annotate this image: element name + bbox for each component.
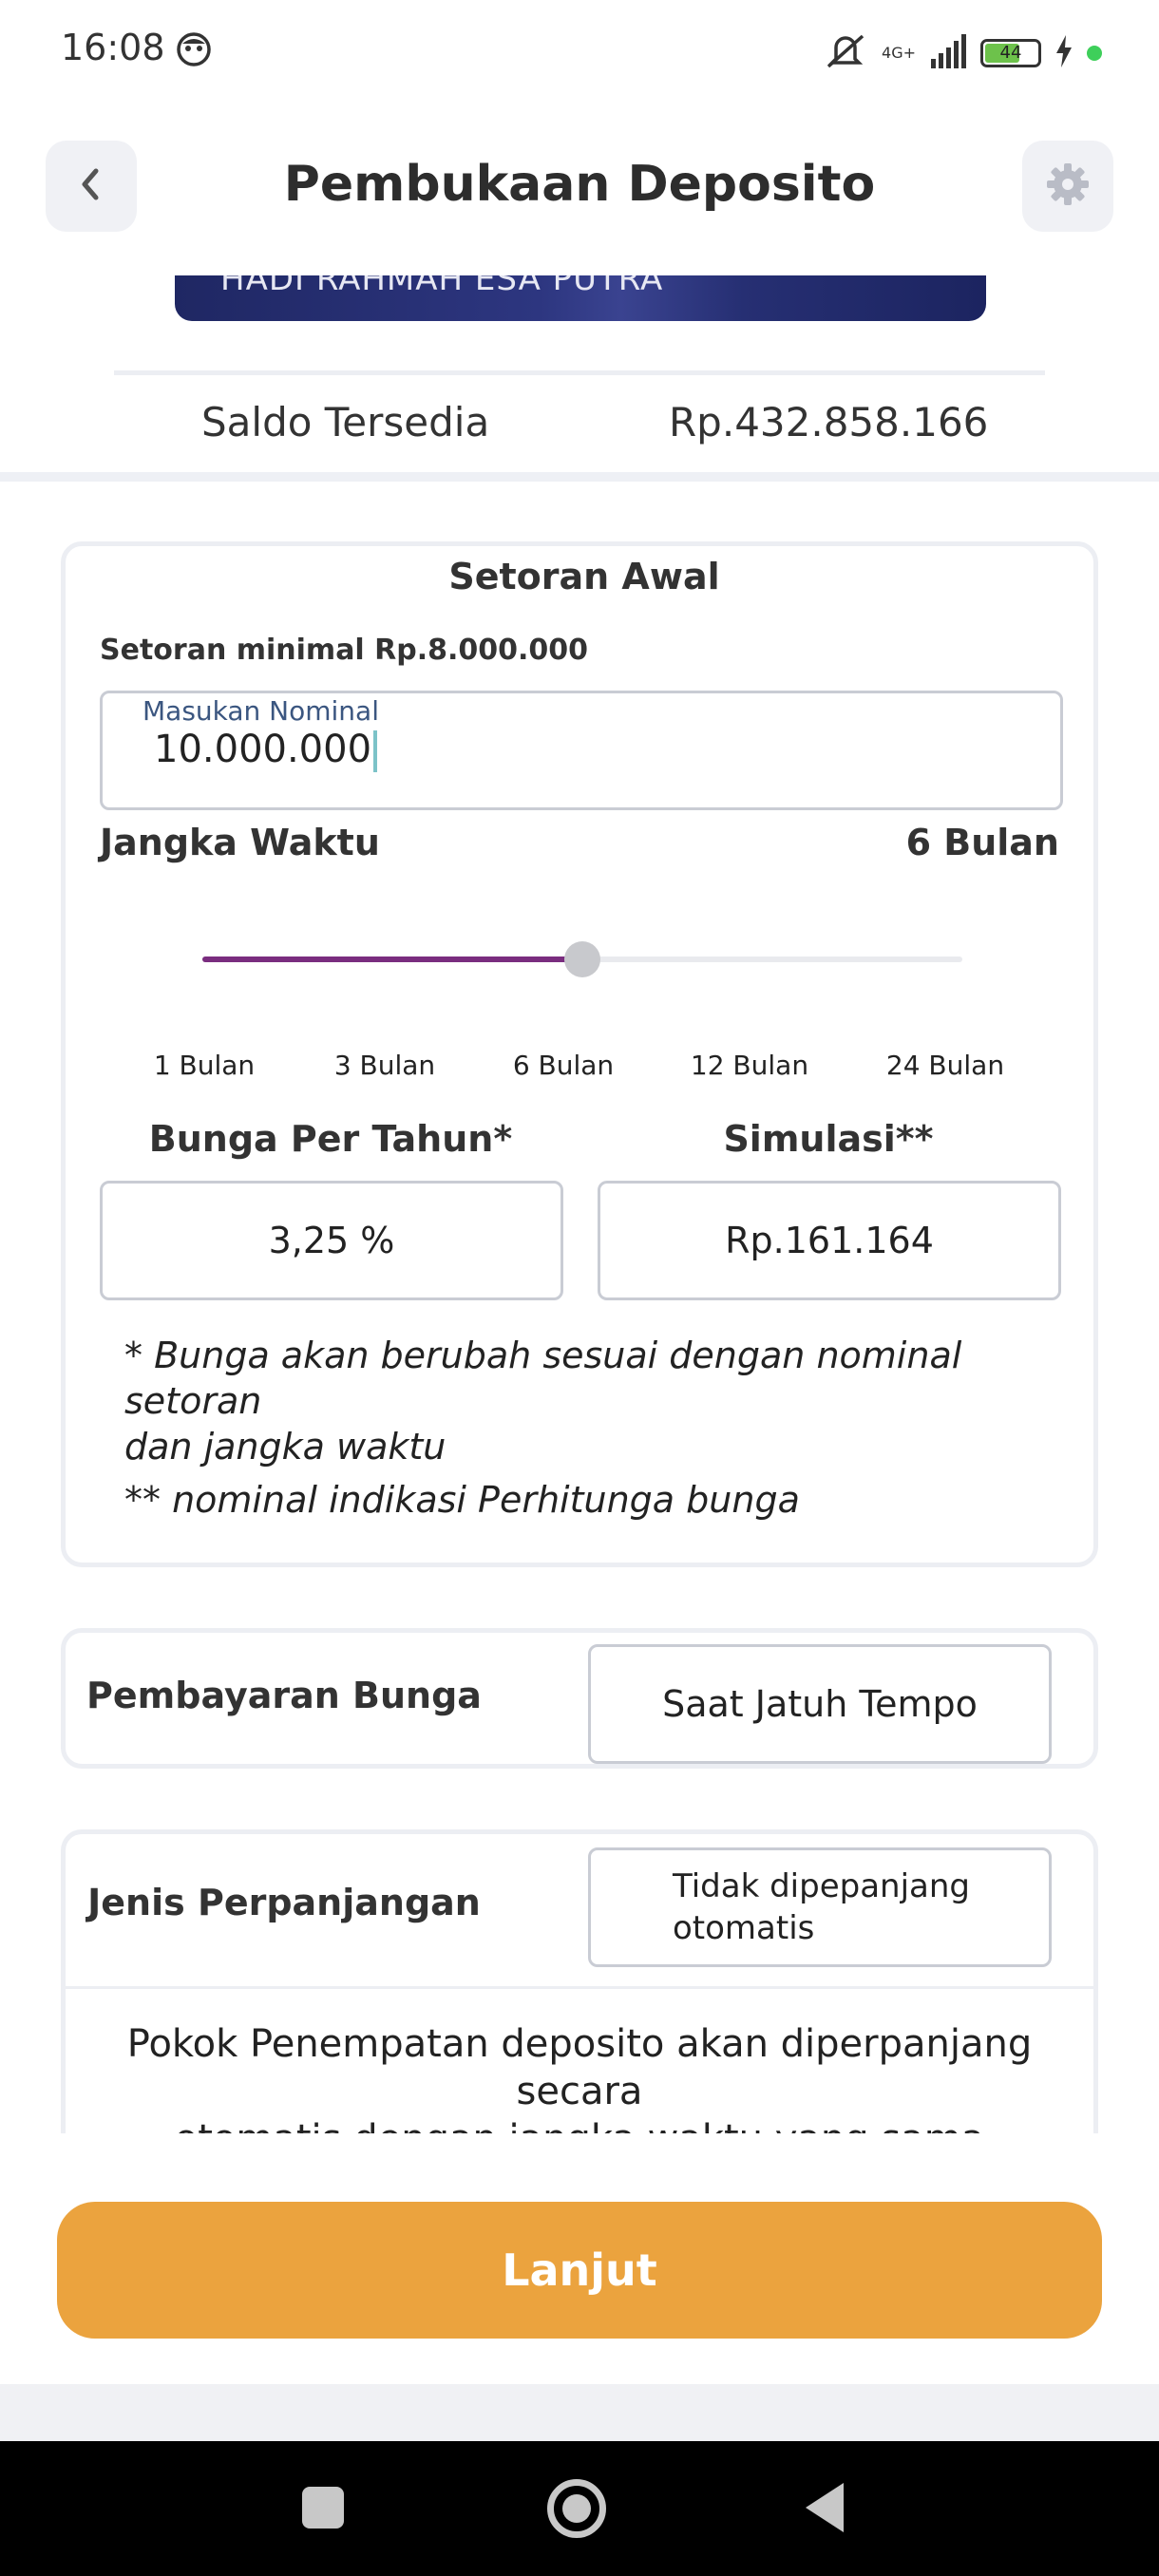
term-option[interactable]: 24 Bulan — [860, 1050, 1031, 1081]
term-label: Jangka Waktu — [100, 822, 380, 863]
gear-icon — [1043, 160, 1092, 213]
nominal-input-label: Masukan Nominal — [142, 695, 379, 727]
interest-payment-select[interactable]: Saat Jatuh Tempo — [588, 1644, 1052, 1764]
term-option[interactable]: 3 Bulan — [299, 1050, 470, 1081]
saldo-label: Saldo Tersedia — [201, 399, 490, 445]
interest-label: Bunga Per Tahun* — [148, 1118, 513, 1160]
term-slider-thumb[interactable] — [564, 941, 600, 977]
interest-note-line: dan jangka waktu — [124, 1426, 446, 1468]
term-option[interactable]: 12 Bulan — [664, 1050, 835, 1081]
bottom-spacer — [0, 2384, 1159, 2441]
signal-icon — [929, 34, 967, 72]
extension-value: Tidak dipepanjang otomatis — [673, 1867, 970, 1947]
divider — [66, 1986, 1093, 1989]
charging-icon — [1054, 35, 1074, 71]
term-option[interactable]: 1 Bulan — [119, 1050, 290, 1081]
simulation-value: Rp.161.164 — [725, 1220, 934, 1261]
status-time: 16:08 — [61, 27, 165, 68]
battery-icon: 44 — [980, 39, 1041, 67]
section-separator — [0, 472, 1159, 482]
minimum-deposit-text: Setoran minimal Rp.8.000.000 — [100, 634, 589, 667]
term-option[interactable]: 6 Bulan — [478, 1050, 649, 1081]
interest-note-line: * Bunga akan berubah sesuai dengan nomin… — [124, 1335, 962, 1376]
simulation-label: Simulasi** — [723, 1118, 934, 1160]
status-icons: 4G+ 44 — [823, 25, 1102, 82]
simulation-note: ** nominal indikasi Perhitunga bunga — [124, 1479, 800, 1521]
account-name: HADI RAHMAH ESA PUTRA — [220, 275, 664, 298]
saldo-value: Rp.432.858.166 — [669, 399, 989, 445]
home-dot — [562, 2494, 591, 2523]
continue-button[interactable]: Lanjut — [57, 2202, 1102, 2339]
interest-value-box: 3,25 % — [100, 1181, 563, 1300]
battery-level: 44 — [999, 43, 1022, 63]
back-icon[interactable] — [804, 2481, 846, 2538]
status-bar: 16:08 4G+ 44 — [0, 0, 1159, 104]
extension-card: Jenis Perpanjangan Tidak dipepanjang oto… — [61, 1829, 1098, 2161]
interest-payment-card: Pembayaran Bunga Saat Jatuh Tempo — [61, 1628, 1098, 1769]
setoran-title: Setoran Awal — [448, 556, 720, 597]
face-icon — [175, 30, 213, 68]
indicator-dot — [1087, 46, 1102, 61]
extension-select[interactable]: Tidak dipepanjang otomatis — [588, 1847, 1052, 1967]
interest-value: 3,25 % — [268, 1220, 395, 1261]
interest-payment-label: Pembayaran Bunga — [86, 1675, 482, 1716]
page-title: Pembukaan Deposito — [283, 156, 876, 213]
setoran-card: Setoran Awal Setoran minimal Rp.8.000.00… — [61, 541, 1098, 1567]
nominal-input-value[interactable]: 10.000.000 — [154, 728, 378, 772]
term-value: 6 Bulan — [905, 822, 1059, 863]
settings-button[interactable] — [1022, 141, 1113, 232]
interest-note-line: setoran — [124, 1380, 262, 1422]
mute-icon — [823, 30, 868, 76]
recent-apps-icon[interactable] — [302, 2487, 344, 2529]
divider — [114, 370, 1045, 375]
term-slider-fill — [202, 957, 582, 962]
extension-label: Jenis Perpanjangan — [87, 1882, 481, 1923]
text-cursor — [373, 730, 378, 772]
simulation-value-box: Rp.161.164 — [598, 1181, 1061, 1300]
network-label: 4G+ — [882, 44, 916, 62]
nominal-input[interactable]: Masukan Nominal 10.000.000 — [100, 691, 1063, 810]
interest-payment-value: Saat Jatuh Tempo — [662, 1683, 978, 1725]
account-card: HADI RAHMAH ESA PUTRA — [175, 275, 986, 321]
